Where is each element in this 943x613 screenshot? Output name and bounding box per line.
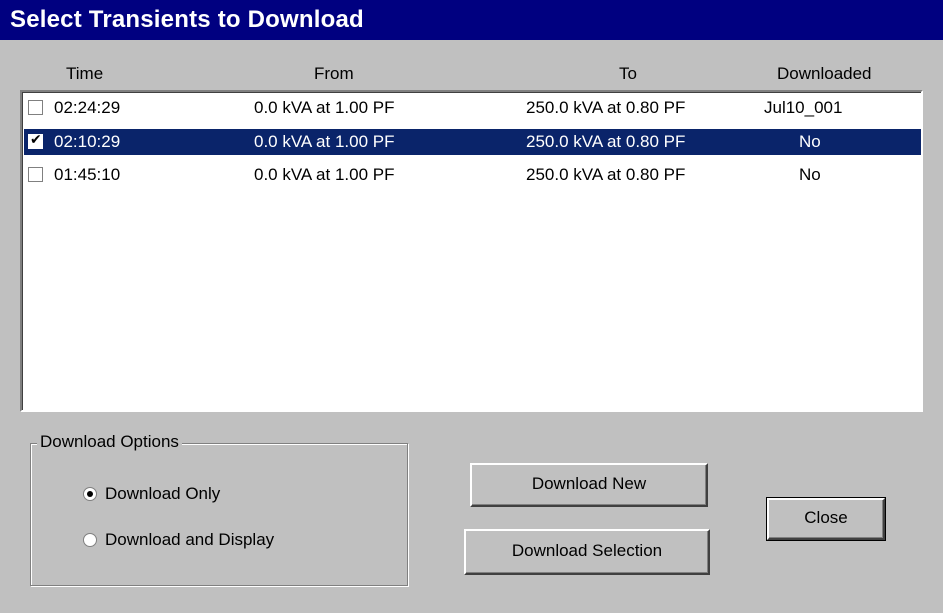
- window-title: Select Transients to Download: [0, 0, 943, 40]
- cell-downloaded: No: [799, 132, 821, 151]
- cell-time: 01:45:10: [54, 165, 121, 184]
- row-checkbox[interactable]: [28, 100, 43, 115]
- download-options-group: Download Options Download Only Download …: [30, 432, 408, 586]
- cell-downloaded: Jul10_001: [764, 98, 843, 117]
- cell-to: 250.0 kVA at 0.80 PF: [526, 98, 686, 117]
- download-new-label: Download New: [531, 474, 647, 493]
- download-options-legend: Download Options: [37, 432, 182, 452]
- column-header-time: Time: [66, 64, 104, 83]
- table-row[interactable]: 02:24:29 0.0 kVA at 1.00 PF 250.0 kVA at…: [24, 95, 921, 121]
- row-checkbox[interactable]: [28, 167, 43, 182]
- download-new-button[interactable]: Download New: [470, 463, 708, 507]
- radio-label: Download and Display: [105, 530, 275, 549]
- column-header-from: From: [314, 64, 354, 83]
- row-checkbox[interactable]: [28, 132, 43, 149]
- cell-downloaded: No: [799, 165, 821, 184]
- cell-to: 250.0 kVA at 0.80 PF: [526, 165, 686, 184]
- download-selection-button[interactable]: Download Selection: [464, 529, 710, 575]
- table-row[interactable]: 01:45:10 0.0 kVA at 1.00 PF 250.0 kVA at…: [24, 162, 921, 188]
- transient-list[interactable]: 02:24:29 0.0 kVA at 1.00 PF 250.0 kVA at…: [20, 90, 923, 412]
- download-selection-label: Download Selection: [511, 541, 663, 560]
- table-row[interactable]: 02:10:29 0.0 kVA at 1.00 PF 250.0 kVA at…: [24, 129, 921, 155]
- cell-time: 02:24:29: [54, 98, 121, 117]
- cell-from: 0.0 kVA at 1.00 PF: [254, 132, 395, 151]
- column-header-downloaded: Downloaded: [777, 64, 872, 83]
- cell-from: 0.0 kVA at 1.00 PF: [254, 98, 395, 117]
- cell-time: 02:10:29: [54, 132, 121, 151]
- cell-from: 0.0 kVA at 1.00 PF: [254, 165, 395, 184]
- close-button[interactable]: Close: [766, 497, 886, 541]
- cell-to: 250.0 kVA at 0.80 PF: [526, 132, 686, 151]
- close-label: Close: [804, 508, 848, 527]
- column-header-to: To: [619, 64, 637, 83]
- radio-label: Download Only: [105, 484, 221, 503]
- column-headers: Time From To Downloaded: [0, 64, 943, 88]
- radio-dot[interactable]: [83, 533, 97, 547]
- radio-dot[interactable]: [83, 487, 97, 501]
